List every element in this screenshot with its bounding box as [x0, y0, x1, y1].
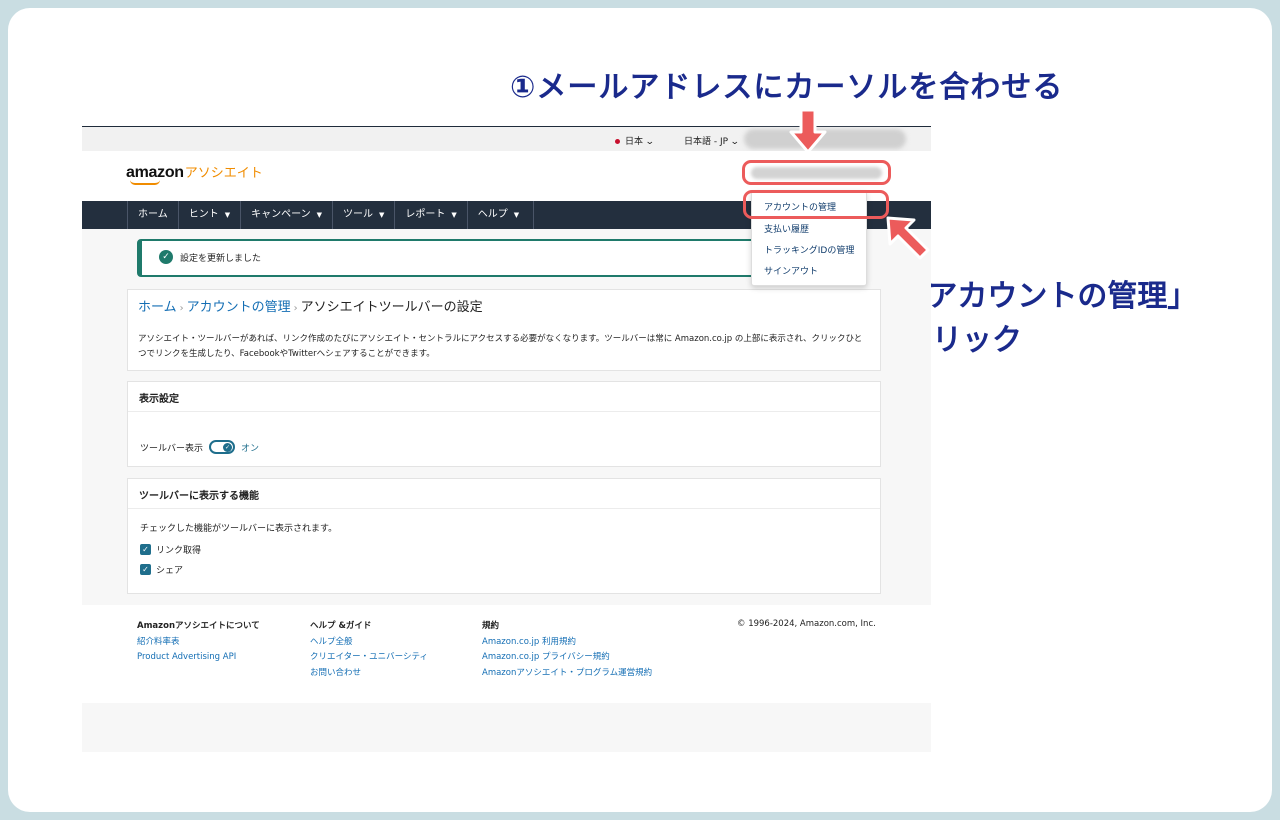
footer-link[interactable]: Amazon.co.jp プライバシー規約 [482, 650, 652, 666]
alert-message: 設定を更新しました [180, 254, 262, 264]
menu-item-payment-history[interactable]: 支払い履歴 [764, 222, 809, 235]
footer-heading: ヘルプ &ガイド [310, 621, 372, 631]
feature-option-share[interactable]: ✓ シェア [140, 563, 183, 576]
breadcrumb-separator-icon: › [293, 303, 298, 314]
feature-option-link[interactable]: ✓ リンク取得 [140, 543, 201, 556]
nav-item[interactable]: キャンペーン ▼ [240, 201, 332, 229]
features-title: ツールバーに表示する機能 [128, 479, 880, 509]
breadcrumb-separator-icon: › [179, 303, 184, 314]
footer-link[interactable]: ヘルプ全般 [310, 635, 428, 651]
caret-down-icon: ▼ [513, 211, 520, 219]
footer-heading: Amazonアソシエイトについて [137, 621, 260, 631]
region-label: 日本 [625, 137, 644, 147]
footer-link[interactable]: お問い合わせ [310, 666, 428, 682]
nav-item-label: ヘルプ [477, 209, 508, 220]
caret-down-icon: ▼ [451, 211, 457, 219]
logo-suffix: アソシエイト [184, 166, 263, 181]
language-selector[interactable]: 日本語 - JP ⌄ [684, 134, 740, 147]
checkbox-checked-icon[interactable]: ✓ [140, 564, 151, 575]
success-alert: ✓ 設定を更新しました [137, 239, 837, 277]
caret-down-icon: ▼ [316, 211, 322, 219]
checkbox-checked-icon[interactable]: ✓ [140, 544, 151, 555]
toolbar-display-toggle[interactable]: ✓ [209, 440, 236, 454]
footer-col-help: ヘルプ &ガイド ヘルプ全般 クリエイター・ユニバーシティ お問い合わせ [310, 619, 428, 681]
account-settings-highlight-ring [743, 190, 889, 219]
screenshot-area: 日本 ⌄ 日本語 - JP ⌄ amazonアソシエイト ホーム ヒント ▼ キャンペーン… [82, 126, 931, 752]
amazon-smile-icon [130, 180, 160, 185]
footer-link[interactable]: Amazon.co.jp 利用規約 [482, 635, 652, 651]
features-description: チェックした機能がツールバーに表示されます。 [140, 524, 338, 534]
breadcrumb-account[interactable]: アカウントの管理 [187, 300, 291, 315]
nav-item-label: ホーム [138, 209, 168, 220]
feature-label: リンク取得 [156, 546, 202, 556]
footer-col-about: Amazonアソシエイトについて 紹介料率表 Product Advertisi… [137, 619, 260, 666]
region-selector[interactable]: 日本 ⌄ [615, 134, 655, 147]
breadcrumb: ホーム › アカウントの管理 › アソシエイトツールバーの設定 [138, 296, 483, 315]
display-settings-panel: 表示設定 ツールバー表示 ✓ オン [127, 381, 881, 467]
toolbar-toggle-row: ツールバー表示 ✓ オン [140, 440, 259, 454]
chevron-down-icon: ⌄ [729, 137, 740, 147]
nav-item-label: ヒント [188, 209, 219, 220]
menu-item-tracking-id[interactable]: トラッキングIDの管理 [764, 243, 854, 256]
nav-item[interactable]: ヘルプ ▼ [466, 201, 535, 229]
footer-link[interactable]: クリエイター・ユニバーシティ [310, 650, 428, 666]
logo-brand: amazon [126, 164, 184, 181]
nav-item-label: レポート [405, 209, 446, 220]
amazon-associates-logo[interactable]: amazonアソシエイト [126, 162, 263, 185]
nav-item[interactable]: ツール ▼ [331, 201, 394, 229]
nav-items: ホーム ヒント ▼ キャンペーン ▼ ツール ▼ レポート ▼ ヘルプ ▼ [127, 201, 535, 229]
caret-down-icon: ▼ [378, 211, 385, 219]
copyright: © 1996-2024, Amazon.com, Inc. [737, 619, 876, 629]
footer-heading: 規約 [482, 621, 500, 631]
page-title: アソシエイトツールバーの設定 [300, 300, 483, 315]
arrow-down-icon [789, 108, 827, 154]
menu-item-sign-out[interactable]: サインアウト [764, 264, 818, 277]
intro-text: アソシエイト・ツールバーがあれば、リンク作成のたびにアソシエイト・セントラルにア… [138, 334, 863, 359]
features-panel: ツールバーに表示する機能 チェックした機能がツールバーに表示されます。 ✓ リンク… [127, 478, 881, 594]
caret-down-icon: ▼ [224, 211, 231, 219]
toggle-label: ツールバー表示 [140, 443, 204, 454]
feature-label: シェア [156, 566, 184, 576]
footer-col-terms: 規約 Amazon.co.jp 利用規約 Amazon.co.jp プライバシー… [482, 619, 652, 681]
toggle-state: オン [241, 443, 260, 454]
email-highlight-ring [742, 160, 891, 185]
nav-item[interactable]: レポート ▼ [394, 201, 466, 229]
footer-link[interactable]: Amazonアソシエイト・プログラム運営規約 [482, 666, 652, 682]
toolbar-settings-intro-panel: ホーム › アカウントの管理 › アソシエイトツールバーの設定 アソシエイト・ツールバー… [127, 289, 881, 371]
chevron-down-icon: ⌄ [644, 137, 655, 147]
blurred-email-placeholder [751, 167, 882, 179]
nav-item-label: キャンペーン [251, 209, 311, 220]
step1-annotation: ①メールアドレスにカーソルを合わせる [510, 70, 1064, 105]
footer-link[interactable]: 紹介料率表 [137, 635, 260, 651]
nav-item-label: ツール [342, 209, 373, 220]
arrow-up-left-icon [886, 216, 930, 260]
nav-item[interactable]: ヒント ▼ [177, 201, 240, 229]
japan-flag-icon [615, 139, 620, 144]
display-settings-title: 表示設定 [128, 382, 880, 412]
site-footer: Amazonアソシエイトについて 紹介料率表 Product Advertisi… [82, 605, 931, 703]
check-circle-icon: ✓ [159, 250, 173, 264]
check-icon: ✓ [223, 443, 233, 452]
breadcrumb-home[interactable]: ホーム [138, 300, 177, 315]
nav-item[interactable]: ホーム [127, 201, 178, 229]
footer-link[interactable]: Product Advertising API [137, 650, 260, 666]
language-label: 日本語 - JP [684, 137, 729, 147]
